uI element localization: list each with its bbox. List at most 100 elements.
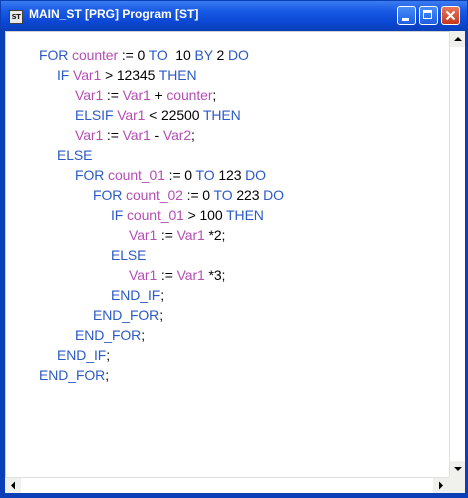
code-keyword: THEN xyxy=(158,67,197,83)
code-text: 2 xyxy=(212,47,228,63)
code-variable: count_02 xyxy=(126,187,183,203)
code-keyword: TO xyxy=(213,187,233,203)
code-line[interactable]: Var1 := Var1 - Var2; xyxy=(75,125,195,145)
code-keyword: FOR xyxy=(39,47,73,63)
code-variable: Var2 xyxy=(162,127,192,143)
code-keyword: THEN xyxy=(202,107,241,123)
code-variable: count_01 xyxy=(108,167,165,183)
code-keyword: ELSE xyxy=(57,147,93,163)
code-line[interactable]: FOR counter := 0 TO 10 BY 2 DO xyxy=(39,45,249,65)
code-keyword: BY xyxy=(194,47,213,63)
code-text: ; xyxy=(159,307,163,323)
code-keyword: FOR xyxy=(75,167,109,183)
code-text: ; xyxy=(212,87,217,103)
code-keyword: ELSIF xyxy=(75,107,118,123)
code-text: + xyxy=(150,87,167,103)
code-line[interactable]: FOR count_02 := 0 TO 223 DO xyxy=(93,185,284,205)
code-keyword: TO xyxy=(195,167,215,183)
code-keyword: ELSE xyxy=(111,247,147,263)
code-variable: count_01 xyxy=(127,207,184,223)
code-line[interactable]: Var1 := Var1 *2; xyxy=(129,225,225,245)
code-text: 10 xyxy=(167,47,195,63)
code-text: ; xyxy=(191,127,195,143)
code-variable: Var1 xyxy=(75,87,104,103)
code-text: *2; xyxy=(204,227,226,243)
program-editor-window: ST MAIN_ST [PRG] Program [ST] FOR counte… xyxy=(0,0,468,498)
minimize-button[interactable] xyxy=(397,6,416,25)
code-text: 123 xyxy=(214,167,246,183)
vertical-scroll-track[interactable] xyxy=(450,47,465,461)
window-frame-bottom xyxy=(1,493,467,497)
code-keyword: FOR xyxy=(93,187,127,203)
code-keyword: DO xyxy=(245,167,266,183)
code-line[interactable]: END_FOR; xyxy=(93,305,163,325)
code-variable: Var1 xyxy=(176,267,205,283)
code-text: ; xyxy=(105,367,109,383)
code-keyword: IF xyxy=(111,207,128,223)
code-variable: Var1 xyxy=(122,87,151,103)
scroll-up-arrow-icon[interactable] xyxy=(450,31,466,47)
code-line[interactable]: ELSE xyxy=(111,245,147,265)
code-text: > 100 xyxy=(183,207,227,223)
code-variable: counter xyxy=(72,47,119,63)
maximize-button[interactable] xyxy=(419,6,438,25)
code-text: := xyxy=(157,267,177,283)
code-keyword: END_IF xyxy=(57,347,107,363)
code-line[interactable]: END_IF; xyxy=(111,285,164,305)
scroll-right-arrow-icon[interactable] xyxy=(433,478,449,493)
vertical-scrollbar[interactable] xyxy=(449,31,465,477)
close-icon xyxy=(445,10,456,21)
title-bar[interactable]: ST MAIN_ST [PRG] Program [ST] xyxy=(1,1,467,31)
code-keyword: DO xyxy=(263,187,284,203)
code-keyword: END_FOR xyxy=(39,367,106,383)
code-text: 223 xyxy=(232,187,264,203)
code-variable: Var1 xyxy=(129,227,158,243)
code-variable: Var1 xyxy=(176,227,205,243)
code-variable: Var1 xyxy=(75,127,104,143)
code-keyword: IF xyxy=(57,67,74,83)
scroll-left-arrow-icon[interactable] xyxy=(5,478,21,493)
code-keyword: DO xyxy=(227,47,249,63)
code-text: *3; xyxy=(204,267,226,283)
code-line[interactable]: END_IF; xyxy=(57,345,110,365)
horizontal-scrollbar[interactable] xyxy=(5,477,449,493)
code-text: ; xyxy=(141,327,145,343)
code-text: := xyxy=(157,227,177,243)
code-text: := 0 xyxy=(164,167,196,183)
code-line[interactable]: END_FOR; xyxy=(39,365,109,385)
code-line[interactable]: ELSE xyxy=(57,145,93,165)
horizontal-scroll-track[interactable] xyxy=(21,478,433,493)
code-line[interactable]: ELSIF Var1 < 22500 THEN xyxy=(75,105,241,125)
code-line[interactable]: IF Var1 > 12345 THEN xyxy=(57,65,197,85)
code-line[interactable]: END_FOR; xyxy=(75,325,145,345)
code-variable: Var1 xyxy=(117,107,146,123)
minimize-icon xyxy=(402,18,409,21)
code-text: ; xyxy=(160,287,164,303)
code-line[interactable]: Var1 := Var1 *3; xyxy=(129,265,225,285)
code-line[interactable]: IF count_01 > 100 THEN xyxy=(111,205,264,225)
code-text: < 22500 xyxy=(145,107,203,123)
st-program-icon[interactable]: ST xyxy=(9,10,23,24)
code-keyword: TO xyxy=(148,47,168,63)
code-text: - xyxy=(150,127,163,143)
code-line[interactable]: FOR count_01 := 0 TO 123 DO xyxy=(75,165,266,185)
code-text: ; xyxy=(106,347,110,363)
code-text: := 0 xyxy=(182,187,214,203)
code-variable: Var1 xyxy=(129,267,158,283)
code-variable: Var1 xyxy=(73,67,102,83)
scroll-down-arrow-icon[interactable] xyxy=(450,461,466,477)
code-editor[interactable]: FOR counter := 0 TO 10 BY 2 DO IF Var1 > … xyxy=(5,31,449,477)
maximize-icon xyxy=(423,10,432,19)
code-variable: Var1 xyxy=(122,127,151,143)
code-keyword: END_FOR xyxy=(75,327,142,343)
code-text: > 12345 xyxy=(101,67,159,83)
code-line[interactable]: Var1 := Var1 + counter; xyxy=(75,85,216,105)
size-grip[interactable] xyxy=(449,477,465,493)
code-text: := xyxy=(103,87,123,103)
close-button[interactable] xyxy=(441,6,460,25)
code-variable: counter xyxy=(166,87,213,103)
code-text: := 0 xyxy=(118,47,149,63)
code-keyword: THEN xyxy=(226,207,264,223)
code-keyword: END_FOR xyxy=(93,307,160,323)
code-text: := xyxy=(103,127,123,143)
